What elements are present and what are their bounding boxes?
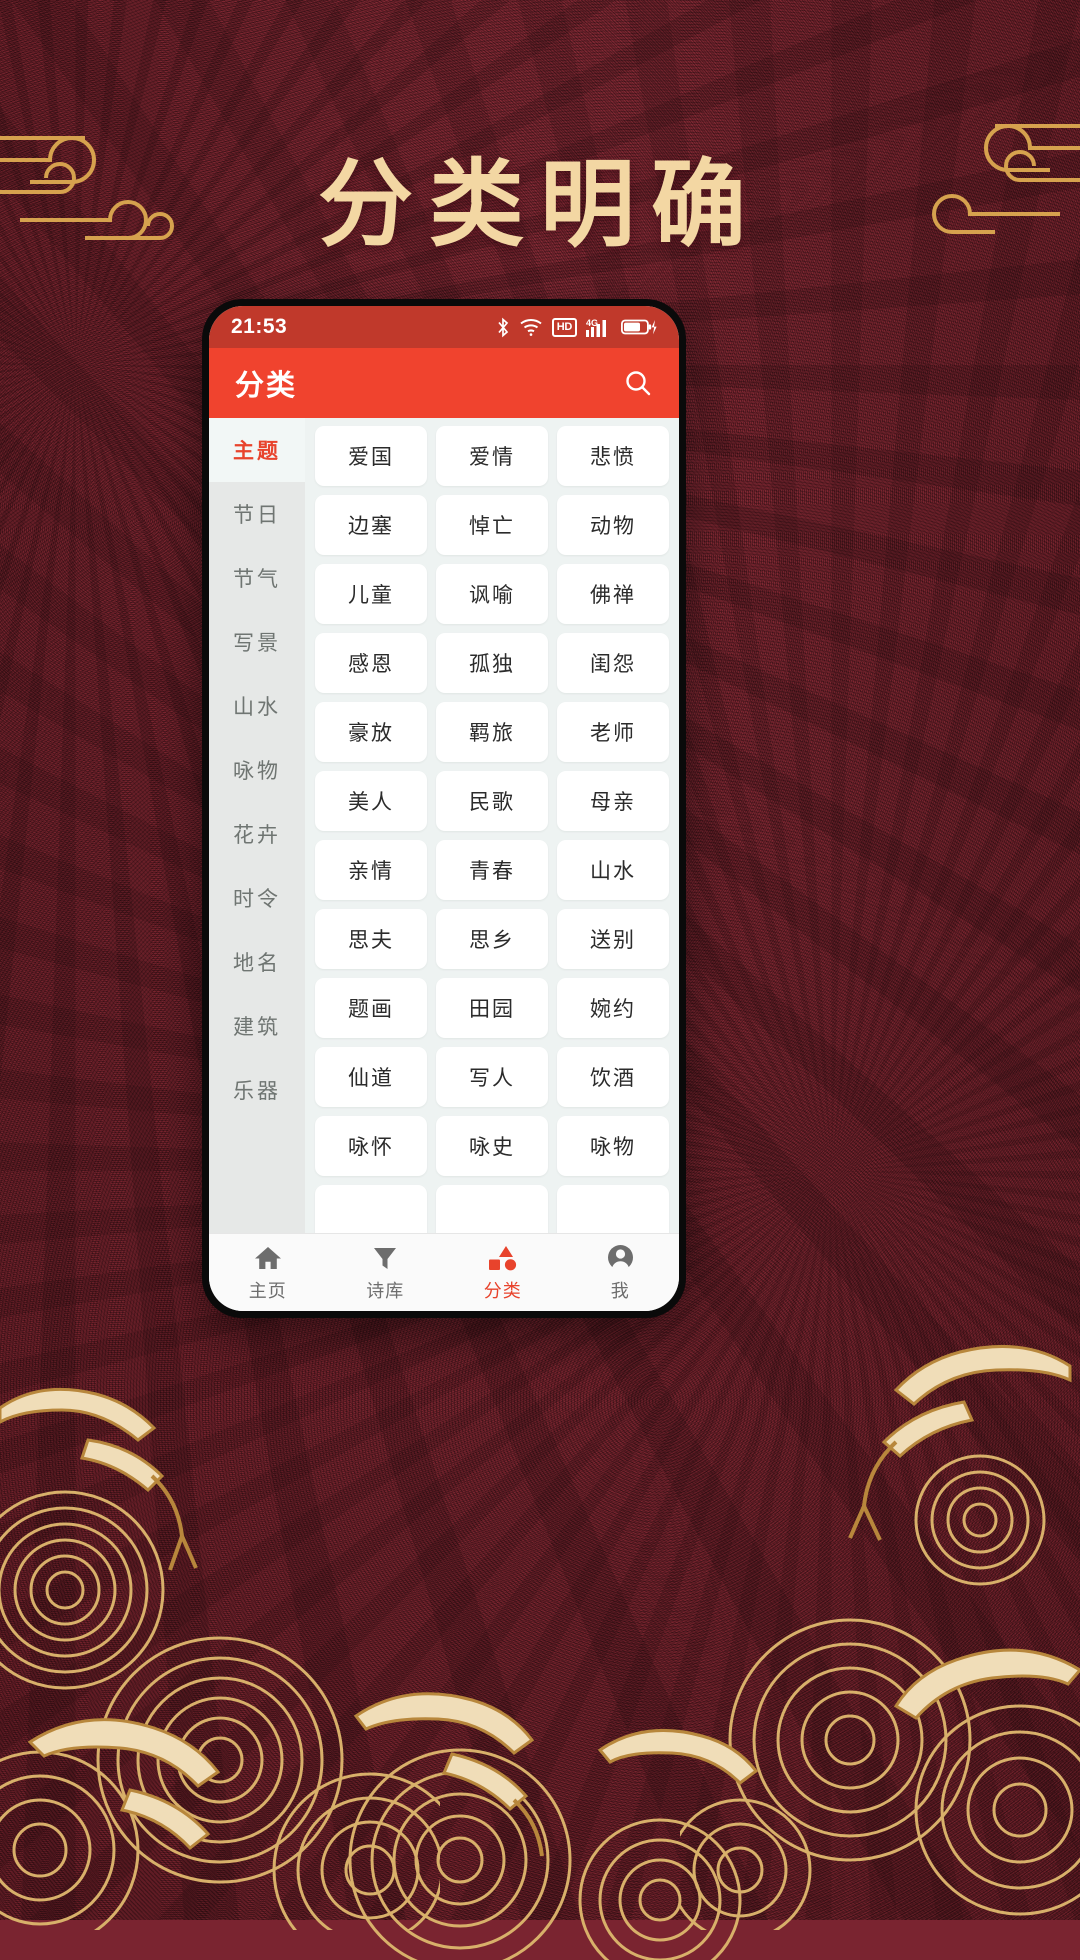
category-card[interactable]: 孤独 xyxy=(436,633,548,693)
category-grid-scroll[interactable]: 爱国 爱情 悲愤边塞 悼亡 动物儿童 讽喻 佛禅感恩 孤独 闺怨豪放 羁旅 老师美人 民歌 母亲亲情 青春… xyxy=(305,418,679,1233)
category-card[interactable]: 思夫 xyxy=(315,909,427,969)
category-card[interactable]: 饮酒 xyxy=(557,1047,669,1107)
search-icon[interactable] xyxy=(623,368,653,398)
nav-item-profile[interactable]: 我 xyxy=(562,1243,680,1303)
category-grid: 爱国 爱情 悲愤边塞 悼亡 动物儿童 讽喻 佛禅感恩 孤独 闺怨豪放 羁旅 老师美人 民歌 母亲亲情 青春… xyxy=(315,426,669,1233)
category-card[interactable]: 亲情 xyxy=(315,840,427,900)
sidebar-item[interactable]: 主题 xyxy=(209,418,305,482)
category-card[interactable]: 咏史 xyxy=(436,1116,548,1176)
sidebar-item-label: 节日 xyxy=(233,504,281,527)
category-card[interactable]: 写人 xyxy=(436,1047,548,1107)
category-card[interactable] xyxy=(436,1185,548,1233)
category-card[interactable]: 美人 xyxy=(315,771,427,831)
svg-text:4G: 4G xyxy=(586,318,598,328)
sidebar-item-label: 时令 xyxy=(233,888,281,911)
category-card[interactable]: 感恩 xyxy=(315,633,427,693)
category-card[interactable]: 豪放 xyxy=(315,702,427,762)
nav-label-profile: 我 xyxy=(610,1280,630,1301)
sidebar-item-label: 山水 xyxy=(233,696,281,719)
nav-item-category[interactable]: 分类 xyxy=(444,1243,562,1303)
nav-label-library: 诗库 xyxy=(366,1280,405,1301)
nav-label-category: 分类 xyxy=(483,1280,522,1301)
sidebar-item[interactable]: 写景 xyxy=(209,610,305,674)
category-card[interactable]: 田园 xyxy=(436,978,548,1038)
bottom-navigation: 主页 诗库 分类 我 xyxy=(209,1233,679,1311)
wifi-icon xyxy=(519,317,543,337)
status-bar-clock: 21:53 xyxy=(231,315,288,338)
sidebar-item[interactable]: 花卉 xyxy=(209,802,305,866)
bluetooth-icon xyxy=(496,317,510,338)
app-bar: 分类 xyxy=(209,348,679,418)
app-bar-title: 分类 xyxy=(235,370,298,402)
category-card[interactable]: 仙道 xyxy=(315,1047,427,1107)
category-card[interactable]: 动物 xyxy=(557,495,669,555)
status-bar: 21:53 HD 4G xyxy=(209,306,679,348)
nav-item-library[interactable]: 诗库 xyxy=(327,1243,445,1303)
sidebar-item[interactable]: 时令 xyxy=(209,866,305,930)
poster-title: 分类明确 xyxy=(317,149,762,260)
person-icon xyxy=(607,1243,634,1271)
category-card[interactable]: 山水 xyxy=(557,840,669,900)
sidebar-item-label: 乐器 xyxy=(233,1080,281,1103)
phone-frame: 21:53 HD 4G 分类 主题 节日 节气 写景 山水 咏物 花卉 时令 地… xyxy=(202,299,686,1318)
category-card[interactable]: 婉约 xyxy=(557,978,669,1038)
sidebar-item-label: 写景 xyxy=(233,632,281,655)
sidebar-item[interactable]: 建筑 xyxy=(209,994,305,1058)
category-card[interactable]: 边塞 xyxy=(315,495,427,555)
sidebar-item-label: 建筑 xyxy=(233,1016,281,1039)
category-card[interactable]: 民歌 xyxy=(436,771,548,831)
category-card[interactable]: 送别 xyxy=(557,909,669,969)
sidebar-item[interactable]: 节日 xyxy=(209,482,305,546)
phone-screen: 21:53 HD 4G 分类 主题 节日 节气 写景 山水 咏物 花卉 时令 地… xyxy=(209,306,679,1311)
funnel-icon xyxy=(372,1243,398,1271)
category-card[interactable]: 爱国 xyxy=(315,426,427,486)
category-card[interactable]: 咏怀 xyxy=(315,1116,427,1176)
signal-4g-icon: 4G xyxy=(586,317,612,338)
category-content: 主题 节日 节气 写景 山水 咏物 花卉 时令 地名 建筑 乐器 爱国 爱情 悲愤 边塞 悼亡 动物 儿童 讽喻佛… xyxy=(209,418,679,1233)
category-card[interactable]: 题画 xyxy=(315,978,427,1038)
sidebar-item[interactable]: 山水 xyxy=(209,674,305,738)
battery-charging-icon xyxy=(621,317,657,337)
category-card[interactable]: 爱情 xyxy=(436,426,548,486)
category-card[interactable]: 思乡 xyxy=(436,909,548,969)
sidebar-item[interactable]: 咏物 xyxy=(209,738,305,802)
shapes-icon xyxy=(488,1243,518,1271)
category-card[interactable]: 羁旅 xyxy=(436,702,548,762)
nav-label-home: 主页 xyxy=(248,1280,287,1301)
category-card[interactable]: 讽喻 xyxy=(436,564,548,624)
status-bar-icons: HD 4G xyxy=(496,317,657,338)
category-card[interactable]: 悲愤 xyxy=(557,426,669,486)
hd-icon: HD xyxy=(551,317,577,337)
sidebar-item[interactable]: 节气 xyxy=(209,546,305,610)
category-card[interactable]: 咏物 xyxy=(557,1116,669,1176)
sidebar-item-label: 节气 xyxy=(233,568,281,591)
sidebar-item-label: 咏物 xyxy=(233,760,281,783)
sidebar-item-label: 主题 xyxy=(233,440,281,463)
nav-item-home[interactable]: 主页 xyxy=(209,1243,327,1303)
category-card[interactable]: 母亲 xyxy=(557,771,669,831)
category-card[interactable]: 老师 xyxy=(557,702,669,762)
home-icon xyxy=(254,1243,282,1271)
sidebar-item[interactable]: 地名 xyxy=(209,930,305,994)
sidebar-item-label: 地名 xyxy=(233,952,281,975)
sidebar-item-label: 花卉 xyxy=(233,824,281,847)
category-card[interactable] xyxy=(315,1185,427,1233)
category-card[interactable]: 佛禅 xyxy=(557,564,669,624)
category-card[interactable]: 青春 xyxy=(436,840,548,900)
category-card[interactable] xyxy=(557,1185,669,1233)
category-card[interactable]: 儿童 xyxy=(315,564,427,624)
category-card[interactable]: 悼亡 xyxy=(436,495,548,555)
sidebar-item[interactable]: 乐器 xyxy=(209,1058,305,1122)
category-sidebar[interactable]: 主题节日节气写景山水咏物花卉时令地名建筑乐器 xyxy=(209,418,305,1233)
category-card[interactable]: 闺怨 xyxy=(557,633,669,693)
